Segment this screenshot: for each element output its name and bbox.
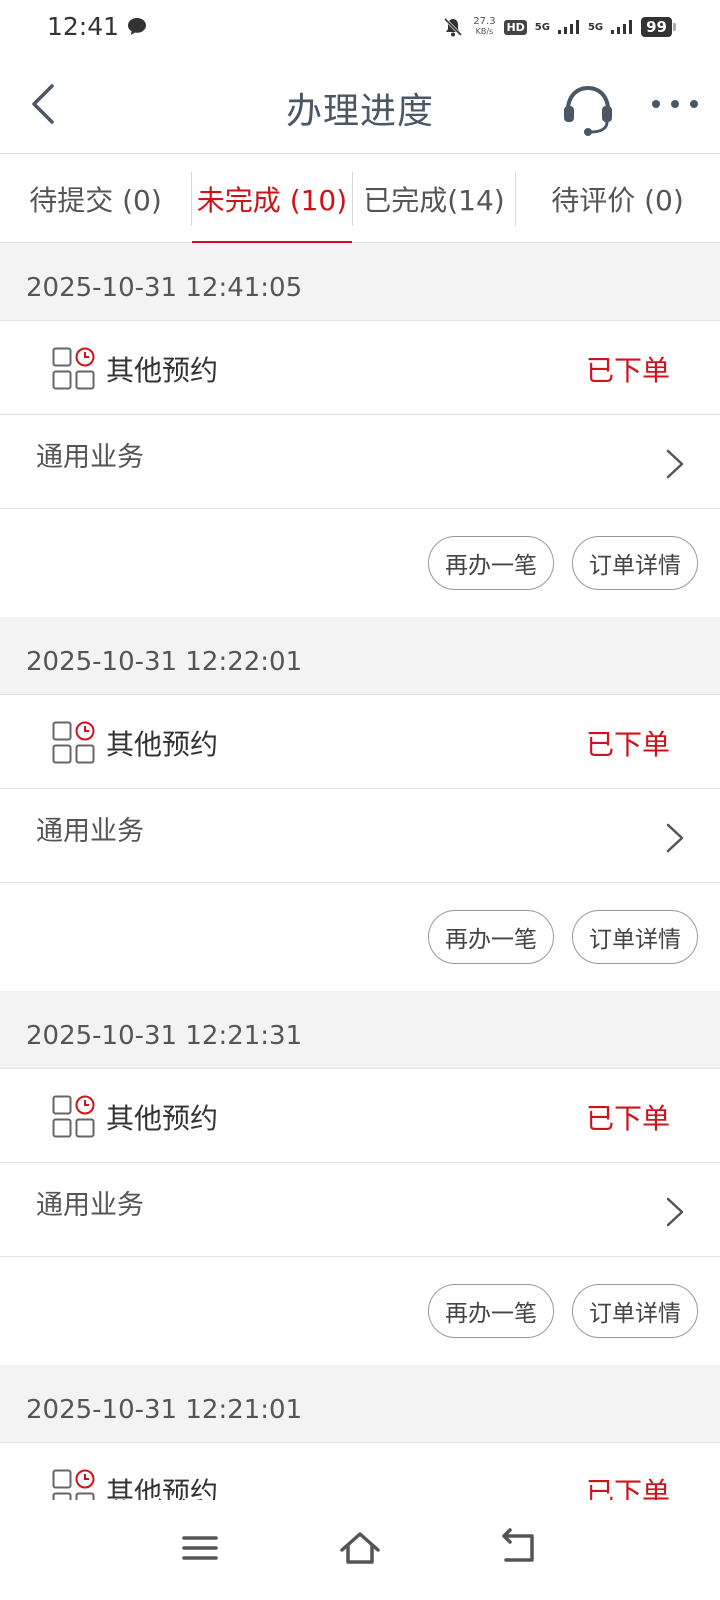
network-speed: 27.3 KB/s [472, 17, 496, 37]
chevron-right-icon [666, 823, 684, 853]
status-bar: 12:41 27.3 KB/s HD 5G 5G 99 [0, 0, 720, 56]
order-status: 已下单 [585, 354, 670, 387]
status-tabs: 待提交 (0) 未完成 (10) 已完成(14) 待评价 (0) [0, 155, 720, 244]
order-list: 2025-10-31 12:41:05 其他预约 已下单 通用业务 再办一笔 订… [0, 243, 720, 1537]
order-status: 已下单 [585, 728, 670, 761]
appointment-grid-clock-icon [52, 721, 95, 764]
business-row[interactable]: 通用业务 [0, 415, 720, 509]
order-detail-button[interactable]: 订单详情 [572, 1284, 698, 1338]
redo-order-button[interactable]: 再办一笔 [428, 536, 554, 590]
order-actions: 再办一笔 订单详情 [0, 883, 720, 991]
order-status: 已下单 [585, 1102, 670, 1135]
business-row[interactable]: 通用业务 [0, 1163, 720, 1257]
redo-order-button[interactable]: 再办一笔 [428, 910, 554, 964]
order-detail-button[interactable]: 订单详情 [572, 536, 698, 590]
appointment-grid-clock-icon [52, 1095, 95, 1138]
order-header: 其他预约 已下单 [0, 321, 720, 415]
business-label: 通用业务 [36, 816, 144, 847]
order-header: 其他预约 已下单 [0, 1069, 720, 1163]
tab-completed[interactable]: 已完成(14) [353, 155, 515, 243]
net-speed-unit: KB/s [475, 27, 494, 36]
order-header: 其他预约 已下单 [0, 695, 720, 789]
chevron-right-icon [666, 1197, 684, 1227]
redo-order-button[interactable]: 再办一笔 [428, 1284, 554, 1338]
order-datetime: 2025-10-31 12:41:05 [0, 243, 720, 321]
back-arrow-icon[interactable] [496, 1524, 544, 1572]
order-card: 2025-10-31 12:21:31 其他预约 已下单 通用业务 再办一笔 订… [0, 991, 720, 1365]
net-speed-value: 27.3 [473, 16, 496, 27]
order-actions: 再办一笔 订单详情 [0, 1257, 720, 1365]
battery-indicator: 99 [641, 17, 676, 37]
service-type: 其他预约 [106, 728, 219, 761]
sim1-network-label: 5G [534, 21, 550, 33]
appointment-grid-clock-icon [52, 347, 95, 390]
hd-badge: HD [504, 19, 527, 35]
chevron-right-icon [666, 449, 684, 479]
order-datetime: 2025-10-31 12:21:01 [0, 1365, 720, 1443]
signal-icon [611, 20, 633, 34]
order-datetime: 2025-10-31 12:21:31 [0, 991, 720, 1069]
order-detail-button[interactable]: 订单详情 [572, 910, 698, 964]
tab-pending-review[interactable]: 待评价 (0) [516, 155, 719, 243]
headset-icon[interactable] [560, 80, 616, 136]
mute-bell-icon [444, 17, 463, 37]
app-header: 办理进度 [0, 56, 720, 154]
home-icon[interactable] [336, 1524, 384, 1572]
order-actions: 再办一笔 订单详情 [0, 509, 720, 617]
tab-pending-submit[interactable]: 待提交 (0) [0, 155, 191, 243]
business-label: 通用业务 [36, 1190, 144, 1221]
service-type: 其他预约 [106, 1102, 219, 1135]
message-icon [128, 18, 146, 35]
more-dots-icon[interactable] [650, 92, 700, 116]
status-time: 12:41 [47, 12, 120, 41]
status-icons: 27.3 KB/s HD 5G 5G 99 [442, 16, 676, 38]
order-card: 2025-10-31 12:22:01 其他预约 已下单 通用业务 再办一笔 订… [0, 617, 720, 991]
system-nav-bar [0, 1500, 720, 1600]
menu-icon[interactable] [176, 1524, 224, 1572]
service-type: 其他预约 [106, 354, 219, 387]
signal-icon [557, 20, 579, 34]
order-datetime: 2025-10-31 12:22:01 [0, 617, 720, 695]
sim2-network-label: 5G [587, 21, 604, 33]
business-label: 通用业务 [36, 442, 144, 473]
order-card: 2025-10-31 12:41:05 其他预约 已下单 通用业务 再办一笔 订… [0, 243, 720, 617]
business-row[interactable]: 通用业务 [0, 789, 720, 883]
tab-incomplete[interactable]: 未完成 (10) [192, 155, 352, 244]
